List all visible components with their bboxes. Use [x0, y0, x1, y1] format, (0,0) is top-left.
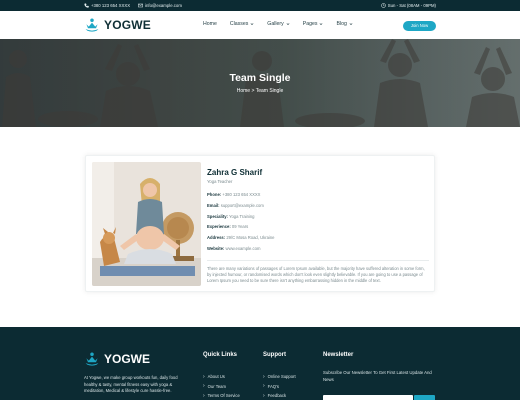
footer-link-about-us[interactable]: About Us: [203, 372, 240, 382]
breadcrumb-separator: >: [251, 88, 255, 94]
topbar-email[interactable]: info@example.com: [138, 3, 182, 8]
nav-gallery-label: Gallery: [267, 21, 284, 27]
nav-blog[interactable]: Blog: [336, 21, 353, 27]
detail-value: Yoga Training: [229, 213, 255, 219]
newsletter-subscribe-button[interactable]: [414, 395, 435, 400]
newsletter-form: [323, 395, 435, 400]
chevron-down-icon: [286, 23, 290, 25]
main-nav: Home Classes Gallery Pages Blog: [203, 21, 353, 27]
member-role: Yoga Teacher: [207, 179, 233, 184]
nav-home[interactable]: Home: [203, 21, 217, 27]
team-member-info: Zahra G Sharif Yoga Teacher Phone: +380 …: [207, 168, 429, 285]
detail-value[interactable]: +380 123 654 XXXX: [222, 192, 260, 197]
logo-text: YOGWE: [104, 18, 152, 32]
lotus-logo-icon: [85, 18, 99, 32]
member-description: There are many variations of passages of…: [207, 259, 429, 285]
nav-blog-label: Blog: [336, 21, 347, 27]
detail-value[interactable]: www.example.com: [226, 246, 261, 251]
breadcrumb: Home > Team Single: [0, 88, 520, 94]
breadcrumb-current: Team Single: [255, 88, 284, 94]
newsletter-email-input[interactable]: [323, 395, 413, 400]
detail-email: Email: support@example.com: [207, 203, 429, 214]
member-details: Phone: +380 123 654 XXXX Email: support@…: [207, 192, 429, 257]
detail-website: Website: www.example.com: [207, 246, 429, 257]
footer-support: Support Online Support FAQ's Feedback: [263, 352, 296, 400]
nav-classes[interactable]: Classes: [230, 21, 254, 27]
footer-logo[interactable]: YOGWE: [84, 351, 150, 367]
nav-pages[interactable]: Pages: [303, 21, 324, 27]
member-name: Zahra G Sharif: [207, 168, 263, 177]
chevron-down-icon: [320, 23, 323, 25]
footer-link-online-support[interactable]: Online Support: [263, 372, 296, 382]
chevron-down-icon: [250, 23, 254, 25]
detail-speciality: Speciality: Yoga Training: [207, 214, 429, 225]
detail-label: Address:: [207, 235, 226, 241]
join-now-button[interactable]: Join Now: [403, 20, 436, 31]
footer-link-faqs[interactable]: FAQ's: [263, 382, 296, 392]
nav-gallery[interactable]: Gallery: [267, 21, 290, 27]
main-header: YOGWE Home Classes Gallery Pages Blog Jo…: [0, 11, 520, 39]
team-member-card: Zahra G Sharif Yoga Teacher Phone: +380 …: [85, 155, 435, 292]
footer-link-terms[interactable]: Terms Of Service: [203, 391, 240, 400]
lotus-logo-icon: [85, 352, 99, 366]
topbar-phone[interactable]: +380 123 654 XXXX: [84, 3, 130, 8]
footer-link-our-team[interactable]: Our Team: [203, 382, 240, 392]
detail-value: 09 Years: [231, 224, 249, 230]
quick-links-title: Quick Links: [203, 352, 238, 358]
page-hero-banner: Team Single Home > Team Single: [0, 39, 520, 127]
topbar-email-text: info@example.com: [145, 2, 182, 8]
nav-pages-label: Pages: [302, 21, 318, 27]
team-member-photo: [92, 162, 201, 286]
page-title: Team Single: [229, 72, 291, 84]
detail-label: Email:: [207, 202, 220, 208]
detail-address: Address: 29/C Mosa Road, Ukraine: [207, 235, 429, 246]
detail-label: Speciality:: [207, 213, 228, 219]
topbar-phone-text: +380 123 654 XXXX: [91, 2, 131, 8]
topbar-hours: Sun - Sat (08AM - 09PM): [381, 3, 436, 8]
detail-phone: Phone: +380 123 654 XXXX: [207, 192, 429, 203]
detail-label: Phone:: [207, 192, 222, 197]
detail-value[interactable]: support@example.com: [221, 203, 264, 208]
footer-about-text: At Yogwe, we make group workouts fun, da…: [84, 375, 178, 394]
detail-label: Experience:: [207, 224, 231, 230]
footer-link-feedback[interactable]: Feedback: [263, 391, 296, 400]
nav-classes-label: Classes: [229, 21, 249, 27]
clock-icon: [381, 2, 386, 8]
phone-icon: [84, 3, 89, 8]
footer-quick-links: Quick Links About Us Our Team Terms Of S…: [203, 352, 240, 400]
footer-newsletter: Newsletter Subscribe Our Newsletter To G…: [323, 352, 438, 400]
nav-home-label: Home: [203, 21, 217, 27]
breadcrumb-home[interactable]: Home: [237, 88, 250, 94]
newsletter-title: Newsletter: [323, 352, 354, 358]
site-footer: YOGWE At Yogwe, we make group workouts f…: [0, 327, 520, 400]
topbar-hours-text: Sun - Sat (08AM - 09PM): [387, 2, 436, 8]
top-bar: +380 123 654 XXXX info@example.com Sun -…: [0, 0, 520, 11]
footer-logo-text: YOGWE: [104, 352, 151, 366]
chevron-down-icon: [349, 23, 353, 25]
newsletter-text: Subscribe Our Newsletter To Get First La…: [323, 370, 432, 382]
detail-label: Website:: [207, 245, 225, 251]
detail-experience: Experience: 09 Years: [207, 224, 429, 235]
mail-icon: [138, 3, 143, 7]
site-logo[interactable]: YOGWE: [84, 17, 151, 33]
detail-value: 29/C Mosa Road, Ukraine: [226, 235, 275, 241]
support-title: Support: [263, 352, 286, 358]
